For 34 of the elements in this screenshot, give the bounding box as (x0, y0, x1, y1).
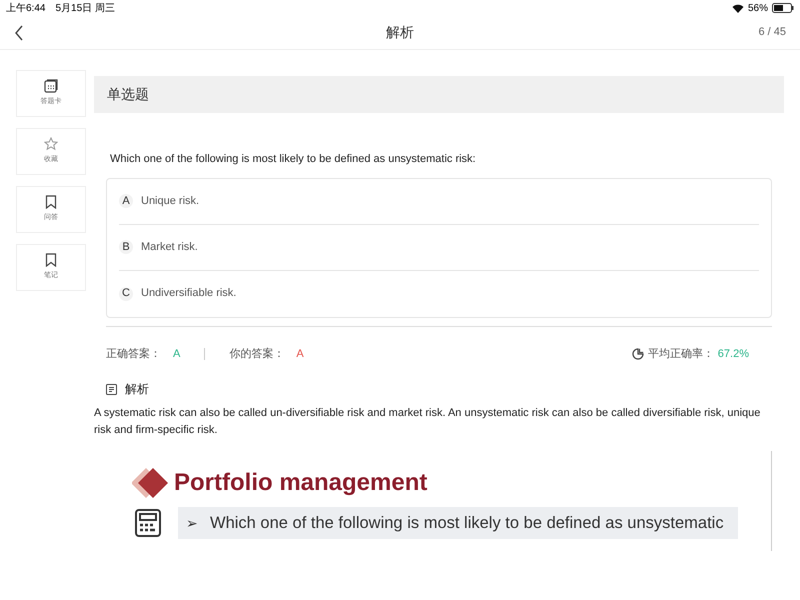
option-text[interactable]: Unique risk. (141, 192, 200, 210)
answer-label: 你的答案： (229, 346, 284, 362)
accuracy-label: 平均正确率： (648, 346, 714, 362)
slide-bullet: ➢ (186, 514, 198, 532)
question-type-header: 单选题 (94, 76, 784, 113)
answer-label: 正确答案： (106, 346, 161, 362)
option-letter: B (119, 240, 133, 254)
status-time: 上午6:44 (6, 2, 46, 16)
slide-text: Which one of the following is most likely to be defined as unsystematic (210, 512, 724, 534)
accuracy-value: 67.2% (718, 346, 749, 362)
analysis-text: A systematic risk can also be called un-diversifiable risk and market risk. An unsystematic risk can also be called diversifiable risk, unique risk and firm-specific risk. (94, 406, 762, 438)
analysis-heading: 解析 (125, 381, 149, 398)
slide-title: Portfolio management (174, 468, 428, 498)
wifi-icon (732, 4, 744, 12)
bookmark-icon (45, 195, 57, 210)
star-icon (44, 137, 58, 152)
option-letter: C (119, 286, 133, 300)
battery-percent: 56% (748, 2, 768, 16)
pie-chart-icon (632, 348, 644, 360)
option-text[interactable]: Undiversifiable risk. (141, 285, 236, 302)
battery-icon (772, 3, 794, 13)
question-text: Which one of the following is most likely to be defined as unsystematic risk: (110, 152, 477, 167)
diamond-icon (132, 466, 170, 500)
option-text[interactable]: Market risk. (141, 238, 198, 256)
status-date: 5月15日 周三 (55, 2, 115, 16)
grid-card-icon (44, 79, 58, 94)
page-title: 解析 (386, 23, 414, 42)
answer-value: A (173, 346, 180, 362)
back-icon[interactable] (14, 24, 24, 40)
answer-value: A (296, 346, 304, 362)
document-icon (106, 384, 117, 394)
option-letter: A (119, 194, 133, 208)
bookmark-icon (45, 253, 57, 268)
calculator-icon (134, 509, 162, 537)
